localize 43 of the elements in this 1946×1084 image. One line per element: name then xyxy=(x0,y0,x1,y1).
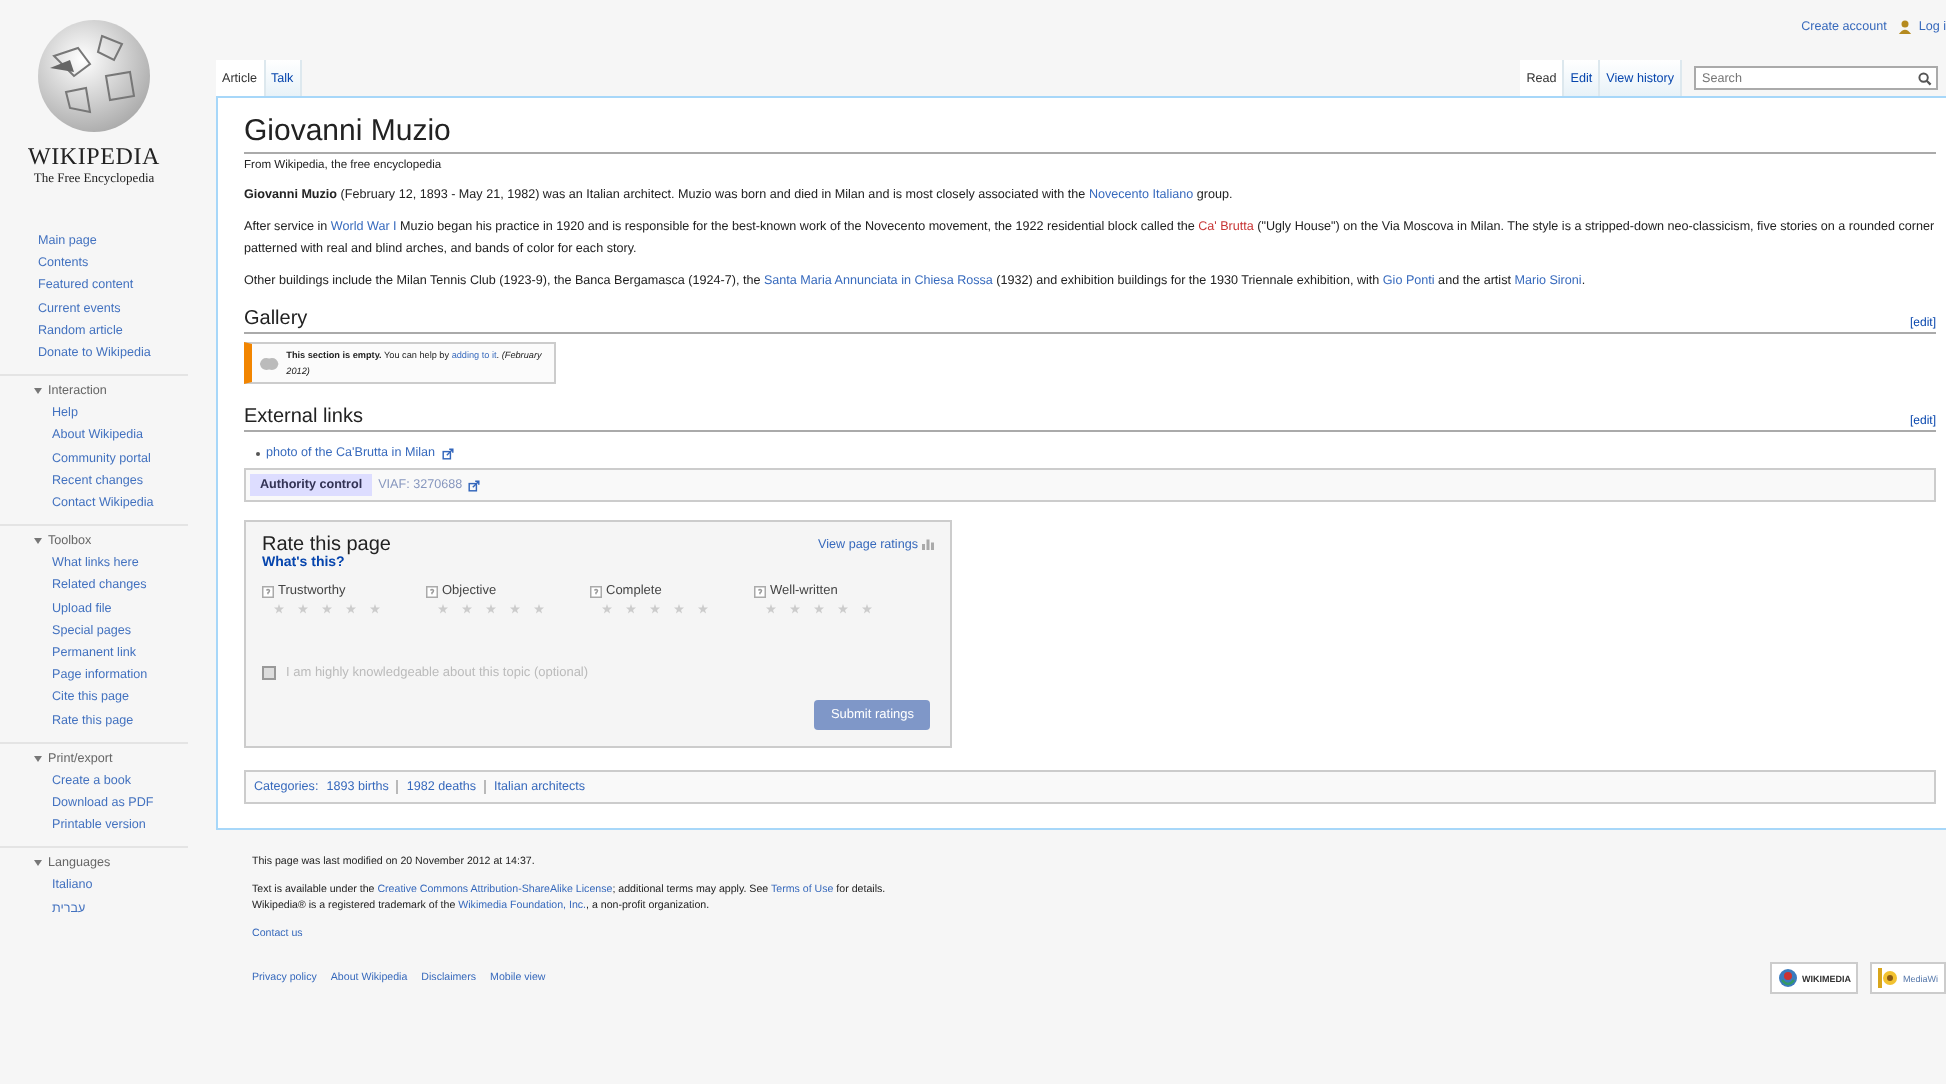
wikimedia-logo-icon xyxy=(1777,968,1798,988)
help-icon[interactable] xyxy=(590,585,602,597)
sunflower-icon xyxy=(1878,968,1899,988)
triangle-icon[interactable] xyxy=(34,388,42,395)
star-icon[interactable] xyxy=(674,604,684,614)
star-icon[interactable] xyxy=(766,604,776,614)
triangle-icon[interactable] xyxy=(34,755,42,762)
puzzle-icon xyxy=(258,353,281,373)
star-icon[interactable] xyxy=(462,604,472,614)
star-icon[interactable] xyxy=(602,604,612,614)
star-icon[interactable] xyxy=(510,604,520,614)
help-icon[interactable] xyxy=(426,585,438,597)
search-icon[interactable] xyxy=(1918,71,1932,85)
star-icon[interactable] xyxy=(486,604,496,614)
star-icon[interactable] xyxy=(626,604,636,614)
star-icon[interactable] xyxy=(534,604,544,614)
help-icon[interactable] xyxy=(262,585,274,597)
star-icon[interactable] xyxy=(322,604,332,614)
chart-icon xyxy=(922,538,934,550)
star-icon[interactable] xyxy=(814,604,824,614)
page-title: Giovanni Muzio xyxy=(244,114,1936,154)
user-icon xyxy=(1898,19,1913,33)
star-icon[interactable] xyxy=(838,604,848,614)
star-icon[interactable] xyxy=(650,604,660,614)
star-icon[interactable] xyxy=(370,604,380,614)
external-link-icon xyxy=(468,479,481,491)
star-icon[interactable] xyxy=(790,604,800,614)
star-icon[interactable] xyxy=(862,604,872,614)
triangle-icon[interactable] xyxy=(34,860,42,867)
help-icon[interactable] xyxy=(754,585,766,597)
star-icon[interactable] xyxy=(298,604,308,614)
star-icon[interactable] xyxy=(346,604,356,614)
section-heading: Gallery xyxy=(244,308,308,330)
star-icon[interactable] xyxy=(438,604,448,614)
section-heading: External links xyxy=(244,406,363,428)
star-icon[interactable] xyxy=(698,604,708,614)
panel-title: Rate this page xyxy=(262,534,391,556)
globe-logo[interactable] xyxy=(34,16,154,136)
star-icon[interactable] xyxy=(274,604,284,614)
triangle-icon[interactable] xyxy=(34,538,42,545)
checkbox[interactable] xyxy=(262,666,276,680)
external-link-icon xyxy=(441,447,454,459)
wordmark: WIKIPEDIA xyxy=(27,142,161,172)
